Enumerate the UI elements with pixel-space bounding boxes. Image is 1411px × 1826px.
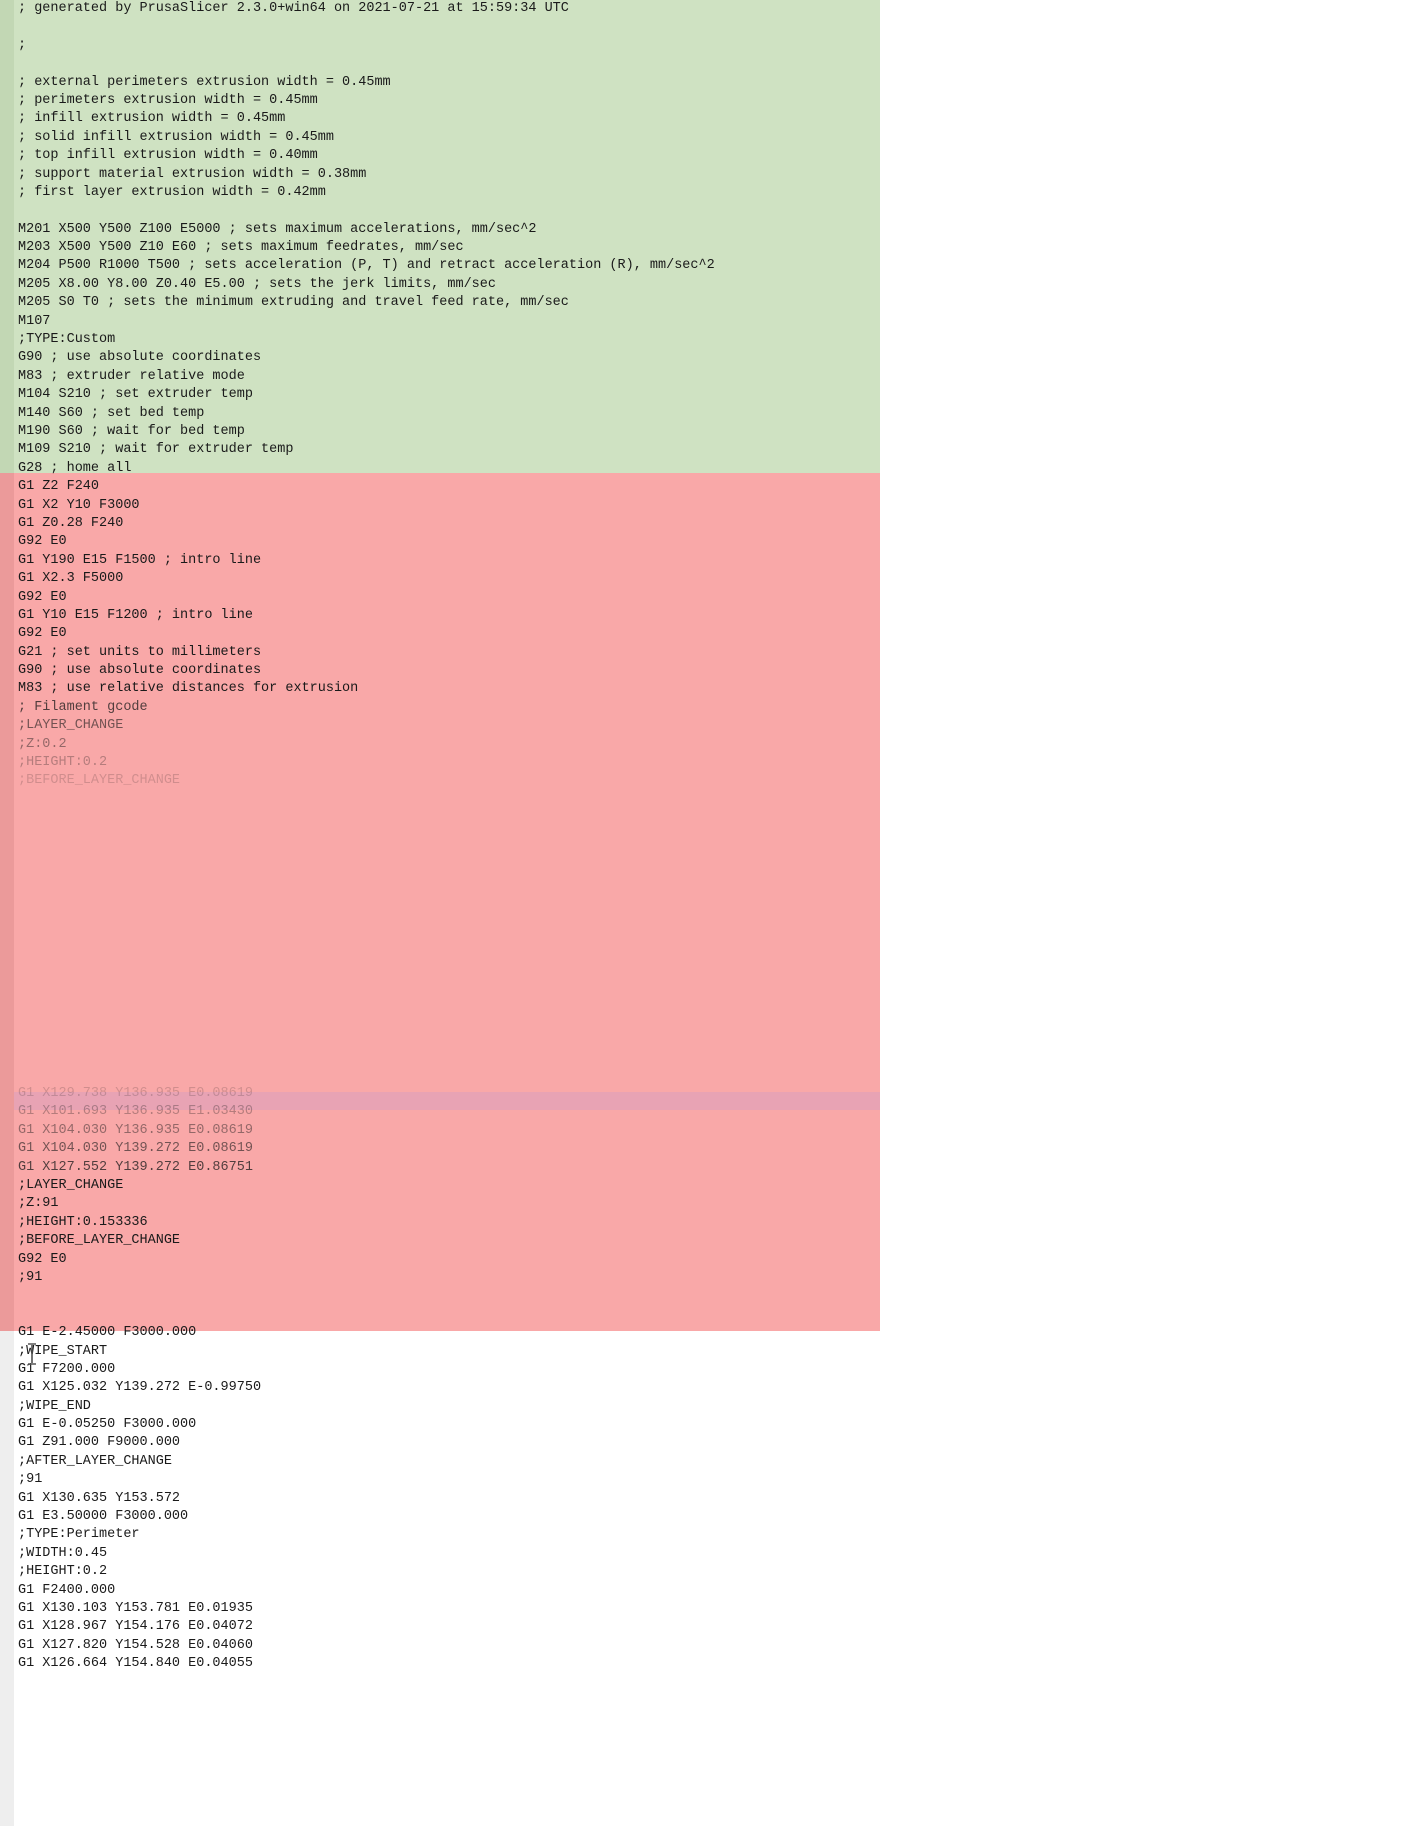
code-line: G1 Z0.28 F240: [18, 515, 124, 531]
code-line: G1 E3.50000 F3000.000: [18, 1509, 189, 1525]
code-line: G21 ; set units to millimeters: [18, 644, 262, 660]
code-line: ;: [18, 37, 27, 53]
code-line: G1 X128.967 Y154.176 E0.04072: [18, 1619, 253, 1635]
code-line: G1 X127.820 Y154.528 E0.04060: [18, 1637, 253, 1653]
code-line: M140 S60 ; set bed temp: [18, 405, 205, 421]
code-line: M201 X500 Y500 Z100 E5000 ; sets maximum…: [18, 221, 537, 237]
code-line: ; perimeters extrusion width = 0.45mm: [18, 92, 318, 108]
code-line: ;LAYER_CHANGE: [18, 1178, 124, 1193]
code-line: ;BEFORE_LAYER_CHANGE: [18, 773, 181, 789]
code-line: G92 E0: [18, 1251, 67, 1267]
code-line: ;91: [18, 1472, 43, 1488]
code-line: G1 X129.738 Y136.935 E0.08619: [18, 1086, 253, 1102]
code-line: G1 X126.664 Y154.840 E0.04055: [18, 1656, 253, 1672]
code-line: ;BEFORE_LAYER_CHANGE: [18, 1233, 181, 1249]
code-line: M190 S60 ; wait for bed temp: [18, 423, 245, 439]
code-line: G1 X2 Y10 F3000: [18, 497, 140, 513]
code-line: G1 F7200.000: [18, 1361, 116, 1377]
code-line: G90 ; use absolute coordinates: [18, 663, 262, 679]
code-line: G1 X130.103 Y153.781 E0.01935: [18, 1600, 253, 1616]
code-line: G1 E-0.05250 F3000.000: [18, 1417, 197, 1433]
code-line: ;TYPE:Perimeter: [18, 1527, 140, 1543]
gcode-text-content[interactable]: ; generated by PrusaSlicer 2.3.0+win64 o…: [14, 0, 880, 1674]
code-line: M83 ; use relative distances for extrusi…: [18, 681, 359, 697]
code-line: ; support material extrusion width = 0.3…: [18, 166, 367, 182]
code-line: G1 Z91.000 F9000.000: [18, 1435, 181, 1451]
code-line: ;WIPE_END: [18, 1398, 91, 1414]
code-line: G92 E0: [18, 534, 67, 550]
code-line: ;AFTER_LAYER_CHANGE: [18, 1453, 172, 1469]
code-line: M205 X8.00 Y8.00 Z0.40 E5.00 ; sets the …: [18, 276, 496, 292]
code-line: ; infill extrusion width = 0.45mm: [18, 111, 286, 127]
code-line: M83 ; extruder relative mode: [18, 368, 245, 384]
code-line: M205 S0 T0 ; sets the minimum extruding …: [18, 295, 569, 311]
code-line: ; generated by PrusaSlicer 2.3.0+win64 o…: [18, 1, 569, 16]
code-line: G90 ; use absolute coordinates: [18, 350, 262, 366]
code-line: ; solid infill extrusion width = 0.45mm: [18, 129, 334, 145]
gutter-delete-marker: [0, 473, 14, 1331]
code-line: G28 ; home all: [18, 460, 132, 476]
code-line: G1 X104.030 Y136.935 E0.08619: [18, 1122, 253, 1138]
gutter-printer-setup-marker: [0, 0, 14, 473]
code-line: G1 X2.3 F5000: [18, 571, 124, 587]
text-cursor-icon: [27, 1343, 38, 1365]
code-line: G1 E-2.45000 F3000.000: [18, 1325, 197, 1341]
code-line: G1 X104.030 Y139.272 E0.08619: [18, 1141, 253, 1157]
code-line: G1 Y190 E15 F1500 ; intro line: [18, 552, 262, 568]
code-line: M203 X500 Y500 Z10 E60 ; sets maximum fe…: [18, 240, 464, 256]
code-line: ;HEIGHT:0.2: [18, 1564, 108, 1580]
code-line: ;Z:91: [18, 1196, 59, 1212]
screen-root: ; generated by PrusaSlicer 2.3.0+win64 o…: [0, 0, 1411, 1826]
code-line: ; Filament gcode: [18, 699, 148, 715]
code-line: G1 X101.693 Y136.935 E1.03430: [18, 1104, 253, 1120]
code-line: ;91: [18, 1269, 43, 1285]
code-line: M104 S210 ; set extruder temp: [18, 387, 253, 403]
code-line: ;HEIGHT:0.2: [18, 755, 108, 771]
code-line: ;TYPE:Custom: [18, 332, 116, 348]
code-line: G1 F2400.000: [18, 1582, 116, 1598]
code-line: G1 X130.635 Y153.572: [18, 1490, 181, 1506]
code-line: ; first layer extrusion width = 0.42mm: [18, 184, 326, 200]
code-line: ;LAYER_CHANGE: [18, 718, 124, 734]
code-line: ;WIPE_START: [18, 1343, 108, 1359]
code-line: M204 P500 R1000 T500 ; sets acceleration…: [18, 258, 715, 274]
code-line: G1 X127.552 Y139.272 E0.86751: [18, 1159, 253, 1175]
code-line: ; top infill extrusion width = 0.40mm: [18, 148, 318, 164]
gcode-editor-pane[interactable]: ; generated by PrusaSlicer 2.3.0+win64 o…: [0, 0, 880, 1826]
code-line: ; external perimeters extrusion width = …: [18, 74, 391, 90]
code-line: ;HEIGHT:0.153336: [18, 1214, 148, 1230]
annotation-labels-pane: Printer Setup Delete: [880, 0, 1411, 1826]
code-line: G1 Z2 F240: [18, 479, 100, 495]
code-line: M107: [18, 313, 51, 329]
code-line: ;WIDTH:0.45: [18, 1545, 108, 1561]
code-line: G92 E0: [18, 589, 67, 605]
code-line: G1 X125.032 Y139.272 E-0.99750: [18, 1380, 262, 1396]
code-line: M109 S210 ; wait for extruder temp: [18, 442, 294, 458]
code-line: ;Z:0.2: [18, 736, 67, 752]
code-line: G92 E0: [18, 626, 67, 642]
code-line: G1 Y10 E15 F1200 ; intro line: [18, 607, 253, 623]
